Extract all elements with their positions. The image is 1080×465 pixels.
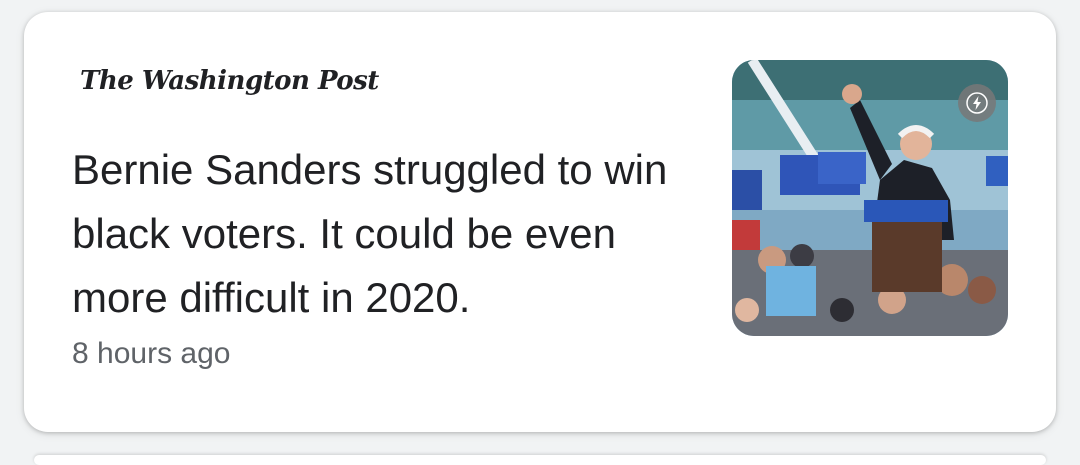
article-headline[interactable]: Bernie Sanders struggled to win black vo… xyxy=(72,138,692,330)
amp-lightning-icon xyxy=(958,84,996,122)
article-thumbnail[interactable] xyxy=(732,60,1008,336)
news-card[interactable]: The Washington Post Bernie Sanders strug… xyxy=(24,12,1056,432)
next-card-edge xyxy=(34,455,1046,465)
article-timestamp: 8 hours ago xyxy=(72,337,231,370)
publisher-name: The Washington Post xyxy=(80,66,379,96)
